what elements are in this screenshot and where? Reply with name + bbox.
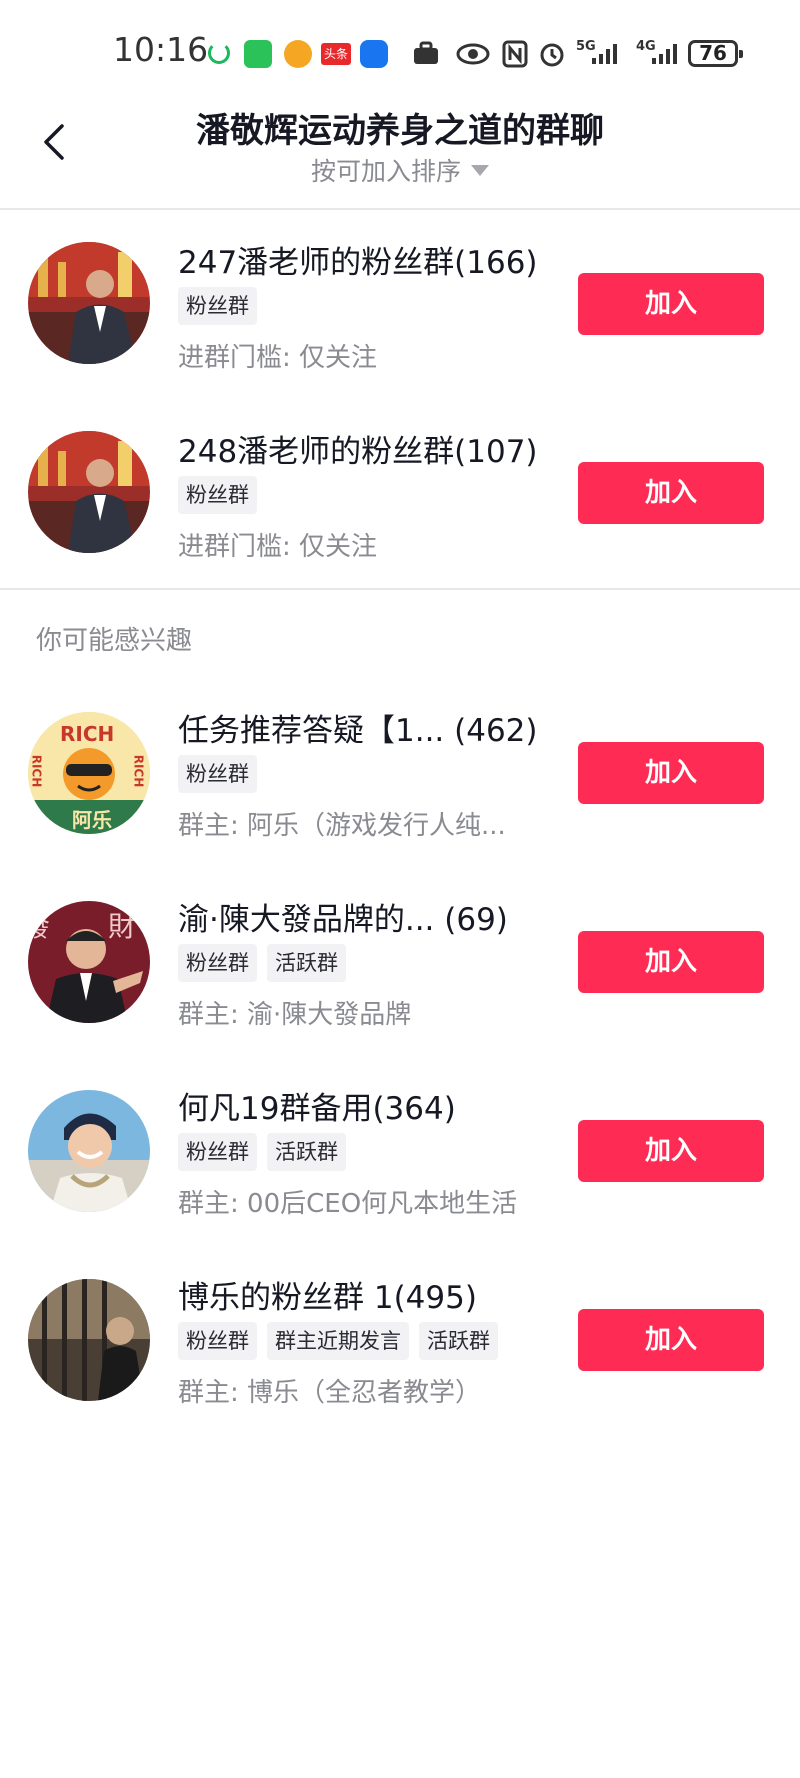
group-tags: 粉丝群 群主近期发言 活跃群 (178, 1322, 498, 1360)
status-time: 10:16 (113, 30, 209, 69)
join-button[interactable]: 加入 (578, 742, 764, 804)
sort-selector[interactable]: 按可加入排序 (0, 152, 800, 188)
wechat-icon (244, 40, 272, 68)
group-tags: 粉丝群 (178, 476, 257, 514)
group-item[interactable]: 247潘老师的粉丝群(166) 粉丝群 进群门槛: 仅关注 加入 (0, 237, 800, 387)
group-threshold: 进群门槛: 仅关注 (178, 532, 378, 562)
group-avatar: 發 財 (28, 901, 150, 1023)
avatar-rich-right: RICH (131, 754, 146, 788)
signal-5g-icon: 5G (576, 40, 617, 68)
briefcase-icon (412, 40, 442, 68)
group-item[interactable]: 248潘老师的粉丝群(107) 粉丝群 进群门槛: 仅关注 加入 (0, 426, 800, 576)
group-tags: 粉丝群 (178, 287, 257, 325)
avatar-char-2: 財 (108, 910, 137, 943)
tag-fans: 粉丝群 (178, 944, 257, 982)
sync-icon (208, 42, 230, 64)
suggested-group-item[interactable]: RICH RICH RICH 阿乐 任务推荐答疑【1... (462) 粉丝群 … (0, 705, 800, 855)
group-owner: 群主: 博乐（全忍者教学） (178, 1378, 482, 1408)
toutiao-icon: 头条 (321, 43, 351, 65)
tag-fans: 粉丝群 (178, 287, 257, 325)
group-tags: 粉丝群 活跃群 (178, 944, 346, 982)
alarm-icon (538, 40, 566, 68)
nfc-icon (502, 40, 528, 68)
tag-active: 活跃群 (267, 1133, 346, 1171)
group-owner: 群主: 渝·陳大發品牌 (178, 1000, 412, 1030)
avatar-rich-top: RICH (60, 722, 115, 746)
tag-owner-recent: 群主近期发言 (267, 1322, 409, 1360)
battery-indicator: 76 (688, 40, 743, 67)
tag-fans: 粉丝群 (178, 755, 257, 793)
eye-icon (456, 40, 490, 68)
group-name: 渝·陳大發品牌的... (69) (178, 902, 508, 938)
tag-fans: 粉丝群 (178, 1322, 257, 1360)
join-button[interactable]: 加入 (578, 931, 764, 993)
avatar-rich-left: RICH (29, 754, 44, 788)
tag-active: 活跃群 (419, 1322, 498, 1360)
group-avatar (28, 431, 150, 553)
group-name: 248潘老师的粉丝群(107) (178, 434, 538, 470)
group-name: 何凡19群备用(364) (178, 1091, 456, 1127)
group-avatar (28, 242, 150, 364)
group-name: 247潘老师的粉丝群(166) (178, 245, 538, 281)
tag-fans: 粉丝群 (178, 476, 257, 514)
signal-4g-icon: 4G (636, 40, 677, 68)
group-avatar: RICH RICH RICH 阿乐 (28, 712, 150, 834)
join-button[interactable]: 加入 (578, 273, 764, 335)
bulb-icon (360, 40, 388, 68)
avatar-name-label: 阿乐 (72, 808, 112, 832)
suggested-group-item[interactable]: 何凡19群备用(364) 粉丝群 活跃群 群主: 00后CEO何凡本地生活 加入 (0, 1083, 800, 1233)
sort-label: 按可加入排序 (310, 157, 461, 186)
status-bar: 10:16 头条 5G 4G 76 (0, 0, 800, 100)
group-owner: 群主: 00后CEO何凡本地生活 (178, 1189, 518, 1219)
group-name: 博乐的粉丝群 1(495) (178, 1280, 477, 1316)
app-notification-icon (284, 40, 312, 68)
suggested-group-item[interactable]: 發 財 渝·陳大發品牌的... (69) 粉丝群 活跃群 群主: 渝·陳大發品牌… (0, 894, 800, 1044)
suggested-group-item[interactable]: 博乐的粉丝群 1(495) 粉丝群 群主近期发言 活跃群 群主: 博乐（全忍者教… (0, 1272, 800, 1422)
page-title: 潘敬辉运动养身之道的群聊 (196, 111, 604, 151)
group-threshold: 进群门槛: 仅关注 (178, 343, 378, 373)
join-button[interactable]: 加入 (578, 1120, 764, 1182)
section-divider (0, 588, 800, 590)
group-owner: 群主: 阿乐（游戏发行人纯... (178, 811, 506, 841)
join-button[interactable]: 加入 (578, 462, 764, 524)
avatar-char-1: 發 (28, 910, 51, 943)
tag-fans: 粉丝群 (178, 1133, 257, 1171)
section-label-suggested: 你可能感兴趣 (36, 626, 193, 656)
header-divider (0, 208, 800, 210)
group-avatar (28, 1279, 150, 1401)
group-avatar (28, 1090, 150, 1212)
group-name: 任务推荐答疑【1... (462) (178, 713, 538, 749)
join-button[interactable]: 加入 (578, 1309, 764, 1371)
group-tags: 粉丝群 活跃群 (178, 1133, 346, 1171)
group-tags: 粉丝群 (178, 755, 257, 793)
dropdown-arrow-icon (471, 164, 489, 176)
tag-active: 活跃群 (267, 944, 346, 982)
